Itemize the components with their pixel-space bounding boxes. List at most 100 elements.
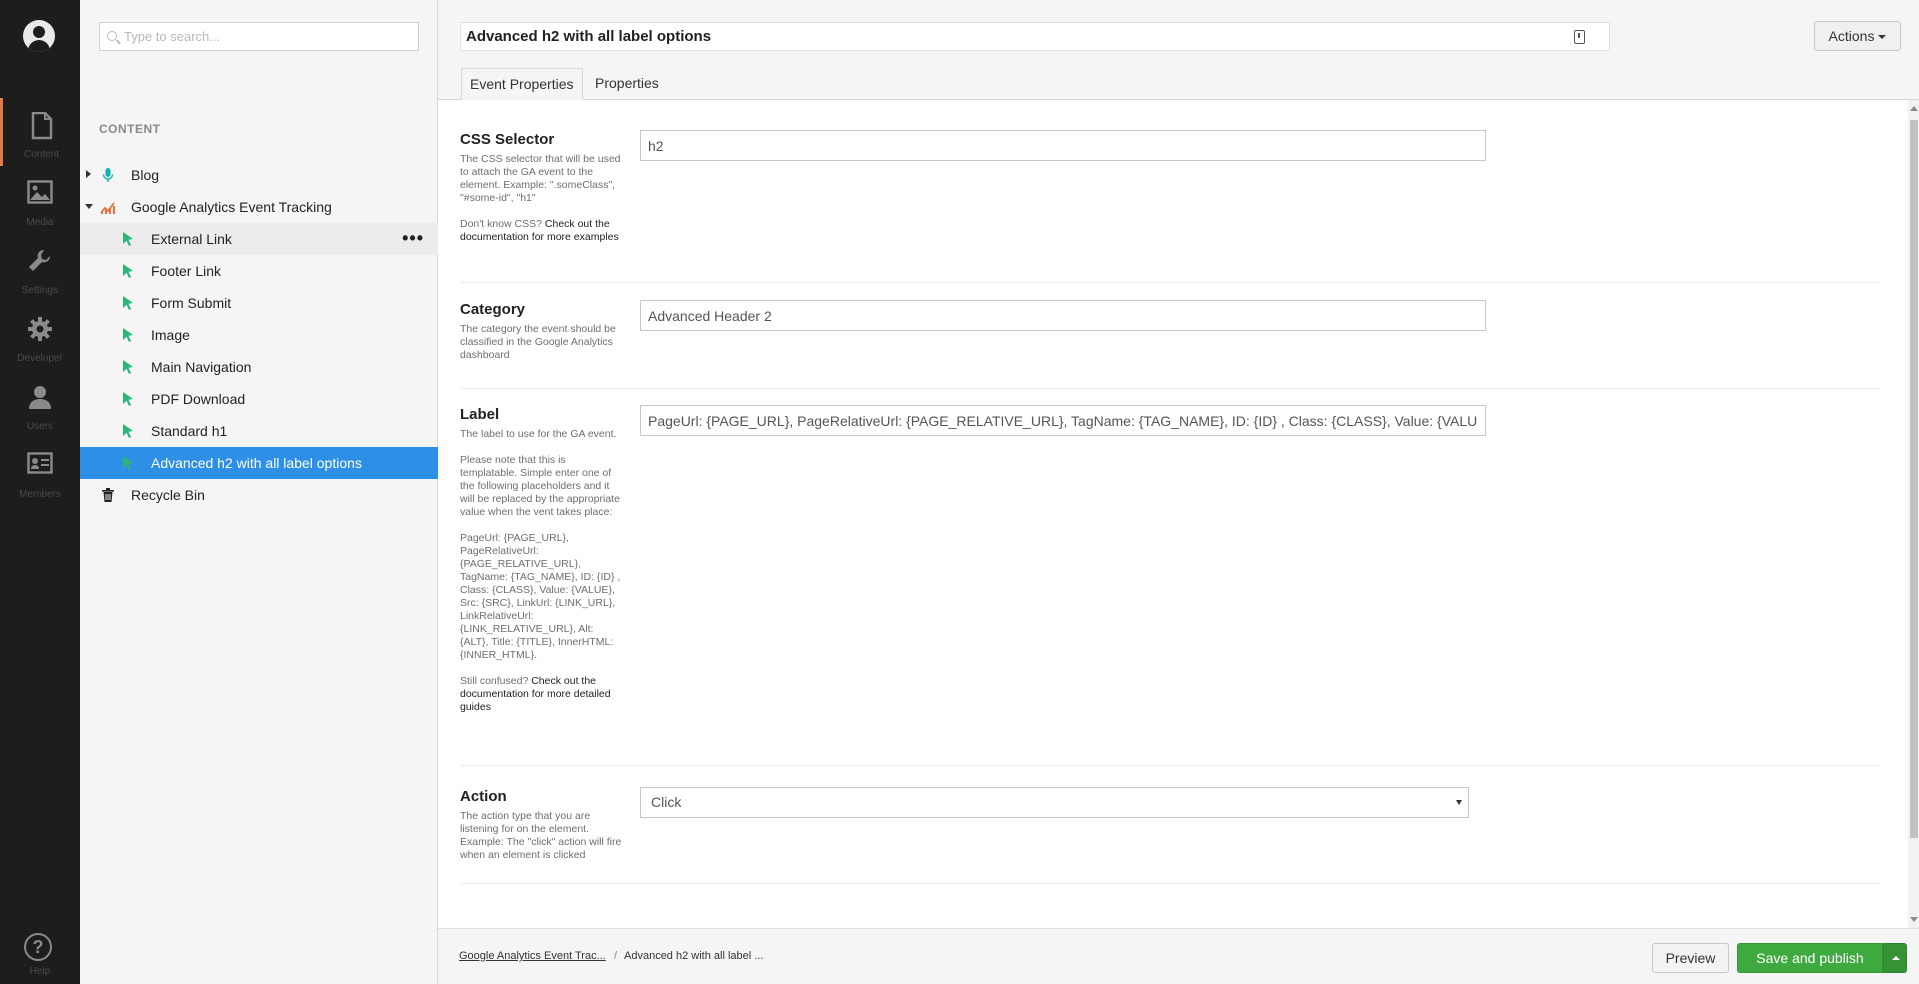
property-description-text: PageUrl: {PAGE_URL}, PageRelativeUrl: {P… (460, 532, 621, 661)
cursor-icon (123, 264, 133, 278)
chart-icon (100, 202, 115, 214)
breadcrumb-parent[interactable]: Google Analytics Event Trac... (459, 950, 606, 962)
actions-button[interactable]: Actions (1814, 21, 1901, 51)
nav-developer[interactable]: Developer (0, 302, 80, 370)
tree-node-label: Recycle Bin (131, 487, 205, 503)
tree-node-label: Image (151, 327, 190, 343)
cursor-icon (123, 360, 133, 374)
property-description-text: Don't know CSS? (460, 218, 545, 230)
node-name-input[interactable] (466, 23, 1566, 50)
property-description: The label to use for the GA event. Pleas… (460, 428, 622, 727)
help-icon[interactable]: ? (24, 933, 52, 961)
cursor-icon (123, 392, 133, 406)
help-label: Help (29, 966, 51, 977)
property-description-text: The action type that you are listening f… (460, 810, 622, 861)
content-scrollbar[interactable] (1908, 100, 1919, 928)
image-icon (27, 180, 53, 204)
more-options-icon[interactable]: ••• (402, 229, 424, 247)
wrench-icon (29, 249, 51, 271)
editor-footer: Google Analytics Event Trac... / Advance… (438, 928, 1919, 984)
tree-node-blog[interactable]: Blog (80, 159, 438, 191)
tree-node-main-navigation[interactable]: Main Navigation (80, 351, 438, 383)
tree-node-label: Google Analytics Event Tracking (131, 199, 332, 215)
search-input[interactable] (124, 23, 414, 50)
css-selector-input[interactable] (640, 130, 1486, 161)
save-and-publish-button[interactable]: Save and publish (1737, 943, 1883, 973)
action-select[interactable]: Click (640, 787, 1469, 818)
preview-button[interactable]: Preview (1652, 943, 1729, 973)
nav-members[interactable]: Members (0, 438, 80, 506)
cursor-icon (123, 424, 133, 438)
id-card-icon (27, 452, 53, 474)
property-action: Action The action type that you are list… (460, 787, 1880, 884)
editor-main: Actions Event Properties Properties CSS … (438, 0, 1919, 984)
tree-node-ga-event-tracking[interactable]: Google Analytics Event Tracking (80, 191, 438, 223)
tree-node-external-link[interactable]: External Link ••• (80, 223, 438, 255)
trash-icon (102, 488, 114, 502)
nav-media[interactable]: Media (0, 166, 80, 234)
property-label: Label (460, 406, 500, 423)
property-label: Action (460, 788, 507, 805)
publish-options-caret[interactable] (1883, 943, 1907, 973)
tab-properties[interactable]: Properties (587, 68, 667, 100)
nav-label: Members (19, 489, 61, 500)
tree-node-form-submit[interactable]: Form Submit (80, 287, 438, 319)
property-description: The category the event should be classif… (460, 323, 622, 375)
content-tree-panel: CONTENT Blog Google Analytics Event Trac… (80, 0, 438, 984)
nav-settings[interactable]: Settings (0, 234, 80, 302)
property-description-text: Still confused? (460, 675, 532, 687)
user-avatar[interactable] (23, 20, 55, 52)
scroll-down-icon[interactable] (1910, 917, 1918, 922)
node-name-box[interactable] (460, 22, 1610, 51)
nav-label: Developer (17, 353, 63, 364)
chevron-down-icon (1878, 35, 1887, 40)
tree-node-label: Form Submit (151, 295, 232, 311)
user-icon (29, 386, 51, 409)
breadcrumb-current: Advanced h2 with all label ... (624, 950, 764, 962)
actions-label: Actions (1828, 28, 1875, 44)
property-label: Category (460, 301, 526, 318)
caret-down-icon[interactable] (85, 204, 93, 209)
caret-right-icon[interactable] (86, 170, 91, 178)
tree-node-label: External Link (151, 231, 232, 247)
microphone-icon (102, 168, 114, 182)
section-nav: Content Media Settings Developer Users M… (0, 0, 80, 984)
tree-node-label: Main Navigation (151, 359, 252, 375)
nav-label: Settings (21, 285, 59, 296)
cursor-icon (123, 296, 133, 310)
tree-node-footer-link[interactable]: Footer Link (80, 255, 438, 287)
tree-node-image[interactable]: Image (80, 319, 438, 351)
dropdown-arrow-icon (1456, 800, 1462, 805)
tree-node-recycle-bin[interactable]: Recycle Bin (80, 479, 438, 511)
action-select-value: Click (651, 794, 682, 810)
tree-node-pdf-download[interactable]: PDF Download (80, 383, 438, 415)
cursor-icon (123, 232, 133, 246)
info-icon[interactable] (1574, 30, 1585, 44)
tree-node-label: Standard h1 (151, 423, 228, 439)
breadcrumb-separator: / (614, 950, 618, 962)
property-description-text: The CSS selector that will be used to at… (460, 153, 621, 204)
property-description: The action type that you are listening f… (460, 810, 622, 875)
category-input[interactable] (640, 300, 1486, 331)
scroll-up-icon[interactable] (1910, 106, 1918, 111)
property-description-text: The category the event should be classif… (460, 323, 616, 361)
search-icon (107, 31, 117, 41)
nav-label: Users (26, 421, 54, 432)
nav-users[interactable]: Users (0, 370, 80, 438)
property-css-selector: CSS Selector The CSS selector that will … (460, 130, 1880, 283)
tree-node-standard-h1[interactable]: Standard h1 (80, 415, 438, 447)
tree-node-advanced-h2[interactable]: Advanced h2 with all label options (80, 447, 438, 479)
scrollbar-thumb[interactable] (1910, 120, 1918, 838)
tab-event-properties[interactable]: Event Properties (461, 68, 583, 100)
tree-node-label: Footer Link (151, 263, 222, 279)
nav-content[interactable]: Content (0, 98, 80, 166)
nav-label: Media (26, 217, 54, 228)
label-template-input[interactable] (640, 405, 1486, 436)
nav-label: Content (23, 149, 60, 160)
property-description: The CSS selector that will be used to at… (460, 153, 622, 257)
tree-node-label: Blog (131, 167, 160, 183)
tree-node-label: PDF Download (151, 391, 246, 407)
cursor-icon (123, 328, 133, 342)
tree-search[interactable] (99, 22, 419, 51)
tree-section-title: CONTENT (99, 122, 161, 136)
